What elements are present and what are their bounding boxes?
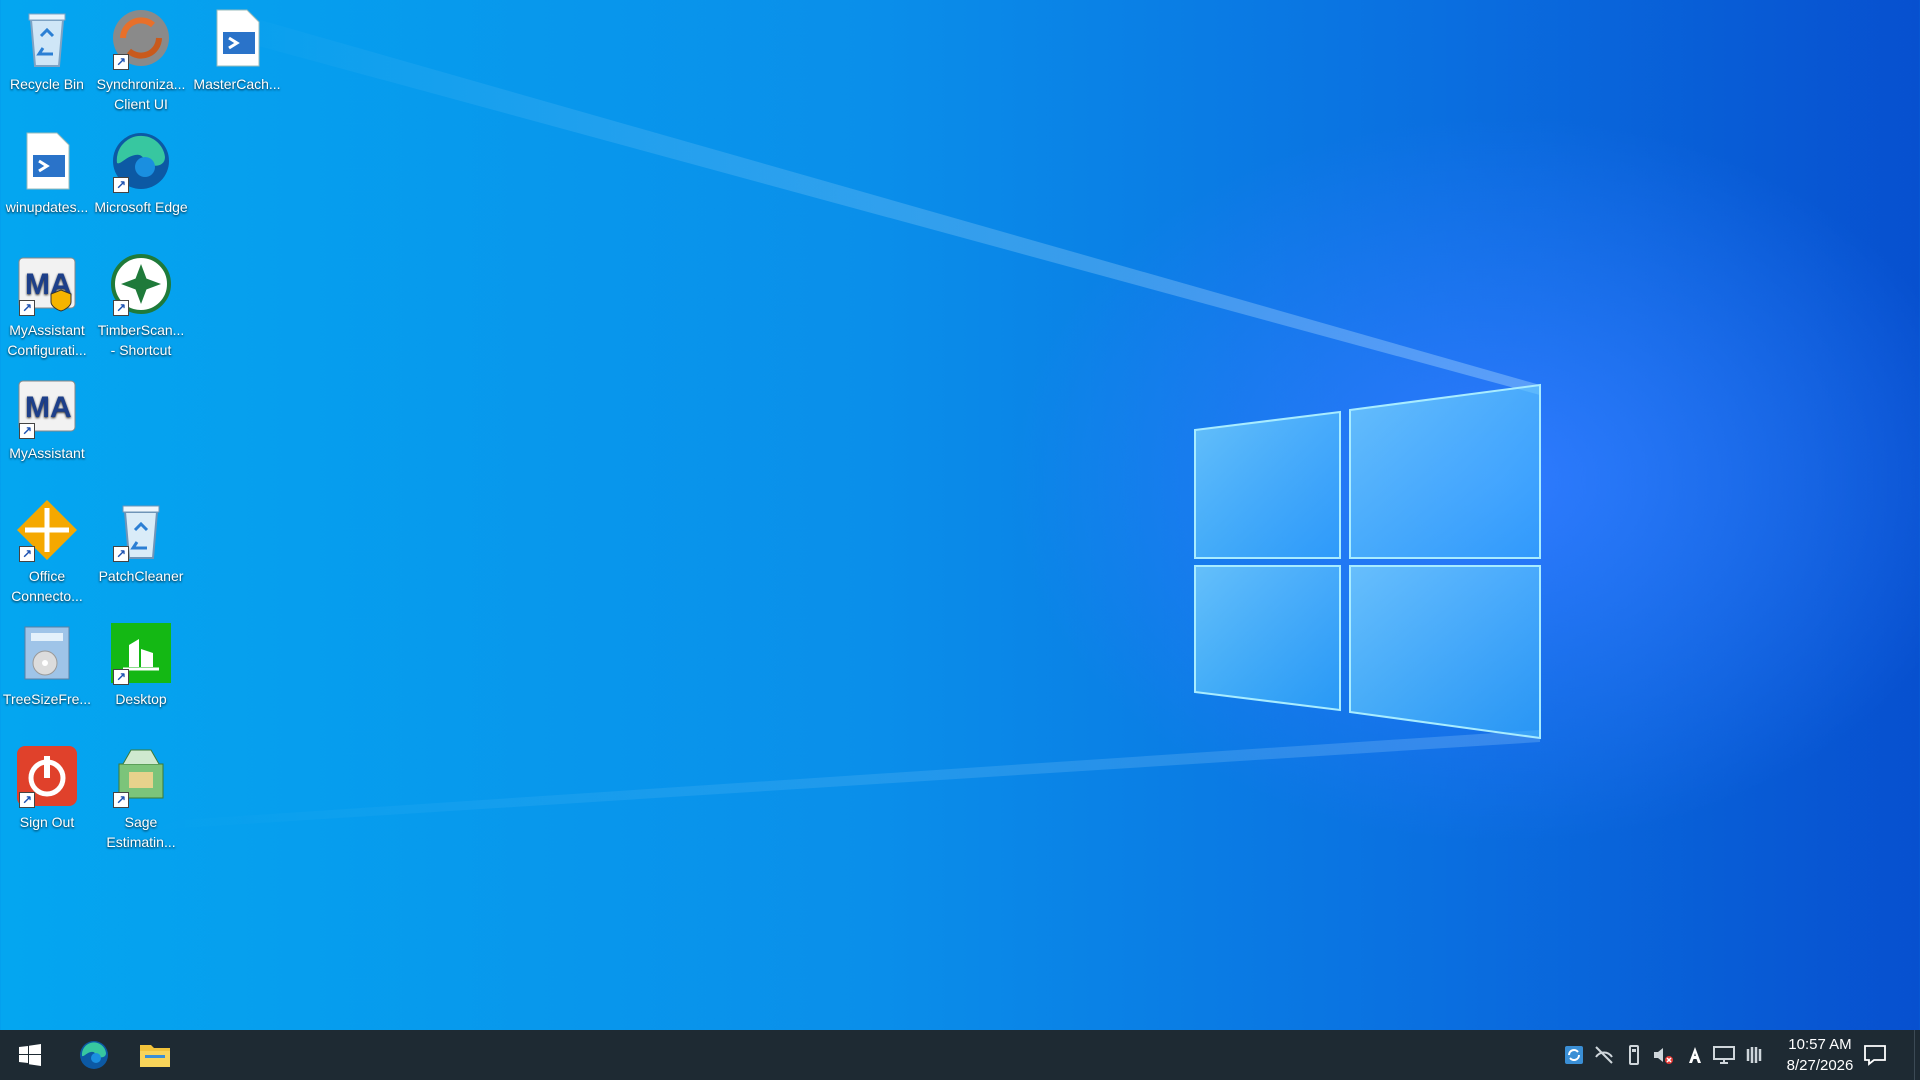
- desktop-icon-label: Sign Out: [19, 814, 75, 830]
- desktop-icon-winupdates[interactable]: winupdates...: [0, 123, 94, 217]
- tray-display-icon[interactable]: [1712, 1043, 1736, 1067]
- desktop-icon-label: TimberScan... - Shortcut: [97, 322, 185, 358]
- tray-sync-icon[interactable]: [1562, 1043, 1586, 1067]
- desktop-icon-label: Recycle Bin: [10, 76, 84, 92]
- volume-muted-icon: [1654, 1048, 1673, 1064]
- powershell-script-icon: [216, 9, 260, 67]
- desktop-icon-label: Synchroniza... Client UI: [96, 76, 186, 112]
- network-disconnected-icon: [1595, 1046, 1613, 1064]
- svg-text:MA: MA: [25, 391, 72, 424]
- desktop-icon-label: Microsoft Edge: [94, 199, 188, 215]
- desktop-icon-recycle-bin[interactable]: Recycle Bin: [0, 0, 94, 94]
- wallpaper: [150, 20, 1541, 830]
- desktop-icon-timberscan[interactable]: ↗ TimberScan... - Shortcut: [94, 246, 188, 360]
- desktop-icon-label: Sage Estimatin...: [106, 814, 176, 850]
- usb-icon: [1629, 1045, 1639, 1065]
- shortcut-arrow-icon: ↗: [113, 300, 129, 316]
- windows-logo-icon: [19, 1044, 41, 1066]
- action-center-button[interactable]: [1862, 1042, 1888, 1068]
- desktop-icon-label: MyAssistant Configurati...: [7, 322, 87, 358]
- shortcut-arrow-icon: ↗: [113, 792, 129, 808]
- shortcut-arrow-icon: ↗: [113, 177, 129, 193]
- file-explorer-icon: [140, 1045, 170, 1067]
- desktop-icon-office-connector[interactable]: ↗ Office Connecto...: [0, 492, 94, 606]
- shortcut-arrow-icon: ↗: [19, 546, 35, 562]
- tray-language-icon[interactable]: [1683, 1043, 1707, 1067]
- language-icon: [1689, 1047, 1701, 1063]
- desktop-icon-myassistant[interactable]: MA ↗ MyAssistant: [0, 369, 94, 463]
- desktop-icon-label: Office Connecto...: [11, 568, 83, 604]
- desktop-icon-sync-client[interactable]: ↗ Synchroniza... Client UI: [94, 0, 188, 114]
- shortcut-arrow-icon: ↗: [113, 669, 129, 685]
- shortcut-arrow-icon: ↗: [19, 300, 35, 316]
- display-icon: [1713, 1046, 1735, 1064]
- pen-icon: [1746, 1047, 1762, 1063]
- desktop-icon-mastercache[interactable]: MasterCach...: [190, 0, 284, 94]
- tray-network-icon[interactable]: [1592, 1043, 1616, 1067]
- clock-time: 10:57 AM: [1788, 1036, 1852, 1053]
- start-button[interactable]: [0, 1030, 60, 1080]
- desktop-icon-desktop[interactable]: ↗ Desktop: [94, 615, 188, 709]
- sync-tray-icon: [1565, 1046, 1583, 1064]
- recycle-bin-icon: [28, 13, 66, 67]
- desktop-icon-label: Desktop: [115, 691, 167, 707]
- taskbar-file-explorer-button[interactable]: [125, 1030, 185, 1080]
- clock-date: 8/27/2026: [1786, 1057, 1854, 1074]
- taskbar: 10:57 AM 8/27/2026: [0, 1030, 1920, 1080]
- taskbar-edge-button[interactable]: [64, 1030, 124, 1080]
- tray-usb-icon[interactable]: [1622, 1043, 1646, 1067]
- desktop-icon-patchcleaner[interactable]: ↗ PatchCleaner: [94, 492, 188, 586]
- desktop-icon-label: PatchCleaner: [98, 568, 184, 584]
- desktop-icon-label: TreeSizeFre...: [2, 691, 92, 707]
- powershell-script-icon: [26, 132, 70, 190]
- shortcut-arrow-icon: ↗: [19, 792, 35, 808]
- tray-pen-icon[interactable]: [1742, 1043, 1766, 1067]
- shortcut-arrow-icon: ↗: [113, 54, 129, 70]
- desktop-icon-label: winupdates...: [5, 199, 89, 215]
- desktop-icon-sage-estimating[interactable]: ↗ Sage Estimatin...: [94, 738, 188, 852]
- desktop-icon-treesize[interactable]: TreeSizeFre...: [0, 615, 94, 709]
- desktop-icon-microsoft-edge[interactable]: ↗ Microsoft Edge: [94, 123, 188, 217]
- desktop-icon-label: MasterCach...: [193, 76, 281, 92]
- notification-icon: [1864, 1045, 1886, 1066]
- tray-volume-icon[interactable]: [1651, 1043, 1675, 1067]
- edge-icon: [80, 1041, 108, 1069]
- desktop-icon-sign-out[interactable]: ↗ Sign Out: [0, 738, 94, 832]
- show-desktop-button[interactable]: [1914, 1030, 1920, 1080]
- desktop-icon-myassistant-config[interactable]: MA ↗ MyAssistant Configurati...: [0, 246, 94, 360]
- desktop-icon-label: MyAssistant: [9, 445, 85, 461]
- taskbar-clock[interactable]: 10:57 AM 8/27/2026: [1765, 1034, 1875, 1076]
- shortcut-arrow-icon: ↗: [113, 546, 129, 562]
- treesize-installer-icon: [24, 626, 70, 680]
- shortcut-arrow-icon: ↗: [19, 423, 35, 439]
